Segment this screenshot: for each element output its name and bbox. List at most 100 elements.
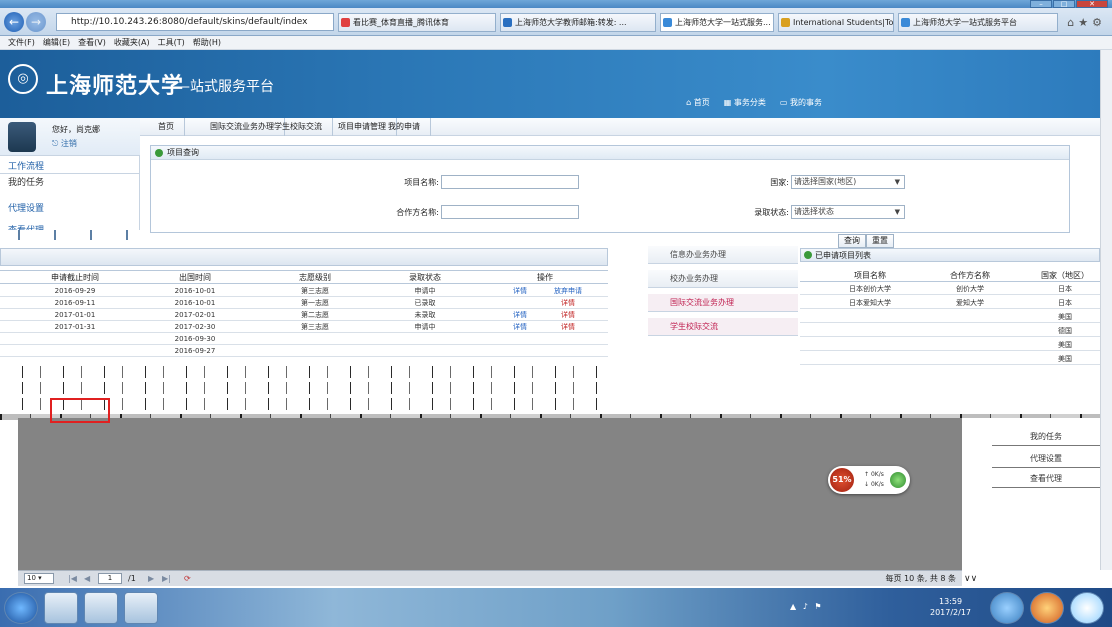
avatar bbox=[8, 122, 36, 152]
taskbar-app-3[interactable] bbox=[990, 592, 1024, 624]
table-cell: 日本 bbox=[1058, 299, 1072, 307]
logout-link[interactable]: ⎋ 注销 bbox=[52, 138, 77, 149]
user-greeting: 您好，尚克娜 bbox=[52, 125, 100, 134]
university-logo-icon: ◎ bbox=[8, 64, 38, 94]
tab-0[interactable]: 看比赛_体育直播_腾讯体育 bbox=[338, 13, 496, 32]
close-window-button[interactable]: ✕ bbox=[1076, 0, 1108, 8]
system-tray: ▲ ♪ ⚑ bbox=[790, 602, 824, 611]
details-link[interactable]: 详情 bbox=[500, 322, 540, 332]
breadcrumb-item-0[interactable]: 首页 bbox=[148, 118, 185, 136]
right-panel-my-tasks[interactable]: 我的任务 bbox=[992, 428, 1100, 446]
right-panel-proxy-settings[interactable]: 代理设置 bbox=[992, 450, 1100, 468]
header-nav-my-affairs[interactable]: ▭ 我的事务 bbox=[780, 97, 822, 108]
details-link[interactable]: 详情 bbox=[500, 310, 540, 320]
column-header: 申请截止时间 bbox=[51, 273, 99, 282]
column-header: 出国时间 bbox=[179, 273, 211, 282]
favicon-icon bbox=[503, 18, 512, 27]
first-page-icon[interactable]: |◀ bbox=[68, 571, 77, 586]
partner-name-input[interactable] bbox=[441, 205, 579, 219]
table-cell: 2017-02-30 bbox=[174, 323, 216, 331]
taskbar-app-4[interactable] bbox=[1030, 592, 1064, 624]
menu-item-4[interactable]: 工具(T) bbox=[158, 38, 185, 47]
forward-button[interactable]: → bbox=[26, 12, 46, 32]
business-menu-item-0[interactable]: 信息办业务办理 bbox=[648, 246, 798, 264]
application-table: 申请截止时间 出国时间 志愿级别 录取状态 操作 2016-09-29 2016-10-0… bbox=[0, 248, 608, 418]
home-icon[interactable]: ⌂ bbox=[1067, 16, 1078, 29]
status-dot-icon bbox=[804, 251, 812, 259]
action-link[interactable]: 详情 bbox=[538, 322, 598, 332]
country-select[interactable]: 请选择国家(地区) ▼ bbox=[791, 175, 905, 189]
column-header: 志愿级别 bbox=[299, 273, 331, 282]
header-nav-category[interactable]: ▦ 事务分类 bbox=[724, 97, 766, 108]
menu-item-1[interactable]: 编辑(E) bbox=[43, 38, 70, 47]
minimize-button[interactable]: – bbox=[1030, 0, 1052, 8]
sidebar-item-my-tasks[interactable]: 我的任务 bbox=[0, 176, 140, 190]
table-cell: 第三志愿 bbox=[301, 287, 329, 295]
reset-button[interactable]: 重置 bbox=[866, 234, 894, 248]
taskbar-app-explorer[interactable] bbox=[44, 592, 78, 624]
last-page-icon[interactable]: ▶| bbox=[162, 571, 171, 586]
taskbar-app-5[interactable] bbox=[1070, 592, 1104, 624]
taskbar-app-2[interactable] bbox=[124, 592, 158, 624]
right-panel-view-proxy[interactable]: 查看代理 bbox=[992, 470, 1100, 488]
project-name-input[interactable] bbox=[441, 175, 579, 189]
menu-item-0[interactable]: 文件(F) bbox=[8, 38, 35, 47]
business-menu-item-1[interactable]: 校办业务办理 bbox=[648, 270, 798, 288]
gear-icon[interactable]: ⚙ bbox=[1092, 16, 1106, 29]
menu-item-3[interactable]: 收藏夹(A) bbox=[114, 38, 150, 47]
applied-projects-list: 已申请项目列表 项目名称 合作方名称 国家（地区） 日本创价大学 创价大学 日本 日本爱知… bbox=[800, 248, 1100, 418]
admission-status-label: 录取状态: bbox=[754, 208, 789, 217]
taskbar: ▲ ♪ ⚑ 13:59 2017/2/17 bbox=[0, 588, 1112, 627]
flag-icon[interactable]: ⚑ bbox=[814, 602, 823, 611]
table-row: 2016-09-27 bbox=[0, 346, 608, 357]
table-cell: 2017-01-31 bbox=[54, 323, 96, 331]
next-page-icon[interactable]: ▶ bbox=[148, 571, 154, 586]
page-scrollbar[interactable] bbox=[1100, 50, 1112, 570]
business-menu-item-2[interactable]: 国际交流业务办理 bbox=[648, 294, 798, 312]
back-button[interactable]: ← bbox=[4, 12, 24, 32]
status-dot-icon bbox=[155, 149, 163, 157]
network-icon[interactable]: ▲ bbox=[790, 602, 798, 611]
start-button[interactable] bbox=[4, 592, 38, 624]
business-menu-item-3[interactable]: 学生校际交流 bbox=[648, 318, 798, 336]
tab-2[interactable]: 上海师范大学一站式服务... bbox=[660, 13, 774, 32]
column-header: 项目名称 bbox=[854, 271, 886, 280]
tab-3[interactable]: International Students|Toky... bbox=[778, 13, 894, 32]
clock-time: 13:59 bbox=[938, 597, 963, 606]
tab-label: 上海师范大学教师邮箱:转发: ... bbox=[515, 18, 627, 27]
maximize-button[interactable]: □ bbox=[1053, 0, 1075, 8]
refresh-icon[interactable]: ⟳ bbox=[184, 571, 191, 586]
menu-item-5[interactable]: 帮助(H) bbox=[193, 38, 221, 47]
prev-page-icon[interactable]: ◀ bbox=[84, 571, 90, 586]
chevron-down-icon[interactable]: ∨∨ bbox=[964, 574, 977, 584]
details-link[interactable]: 详情 bbox=[500, 286, 540, 296]
admission-status-select[interactable]: 请选择状态 ▼ bbox=[791, 205, 905, 219]
menu-item-2[interactable]: 查看(V) bbox=[78, 38, 106, 47]
tab-4[interactable]: 上海师范大学一站式服务平台 bbox=[898, 13, 1058, 32]
action-link[interactable]: 详情 bbox=[538, 298, 598, 308]
speed-rates: ↑ 0K/s ↓ 0K/s bbox=[864, 471, 884, 488]
page-size-select[interactable]: 10 ▾ bbox=[24, 573, 54, 584]
logout-icon: ⎋ bbox=[52, 139, 59, 148]
search-button[interactable]: 查询 bbox=[838, 234, 866, 248]
table-cell: 2016-09-27 bbox=[174, 347, 216, 355]
grid-icon: ▦ bbox=[723, 98, 732, 107]
tab-1[interactable]: 上海师范大学教师邮箱:转发: ... bbox=[500, 13, 656, 32]
table-row: 日本创价大学 创价大学 日本 bbox=[800, 284, 1100, 295]
applied-table-header: 项目名称 合作方名称 国家（地区） bbox=[800, 270, 1100, 282]
sidebar-item-proxy-settings[interactable]: 代理设置 bbox=[0, 202, 140, 216]
network-speed-widget[interactable]: 51% ↑ 0K/s ↓ 0K/s bbox=[828, 466, 910, 494]
table-row: 2016-09-30 bbox=[0, 334, 608, 345]
breadcrumb-item-2[interactable]: 学生校际交流 bbox=[264, 118, 333, 136]
header-nav-home[interactable]: ⌂ 首页 bbox=[686, 97, 710, 108]
taskbar-app-1[interactable] bbox=[84, 592, 118, 624]
volume-icon[interactable]: ♪ bbox=[803, 602, 810, 611]
page-number-input[interactable]: 1 bbox=[98, 573, 122, 584]
clock[interactable]: 13:59 2017/2/17 bbox=[930, 596, 971, 618]
address-bar[interactable]: http://10.10.243.26:8080/default/skins/d… bbox=[56, 13, 334, 31]
header-nav: ⌂ 首页 ▦ 事务分类 ▭ 我的事务 bbox=[686, 97, 822, 108]
action-link[interactable]: 详情 bbox=[538, 310, 598, 320]
star-icon[interactable]: ★ bbox=[1078, 16, 1092, 29]
breadcrumb-item-4[interactable]: 我的申请 bbox=[378, 118, 431, 136]
action-link[interactable]: 放弃申请 bbox=[538, 286, 598, 296]
